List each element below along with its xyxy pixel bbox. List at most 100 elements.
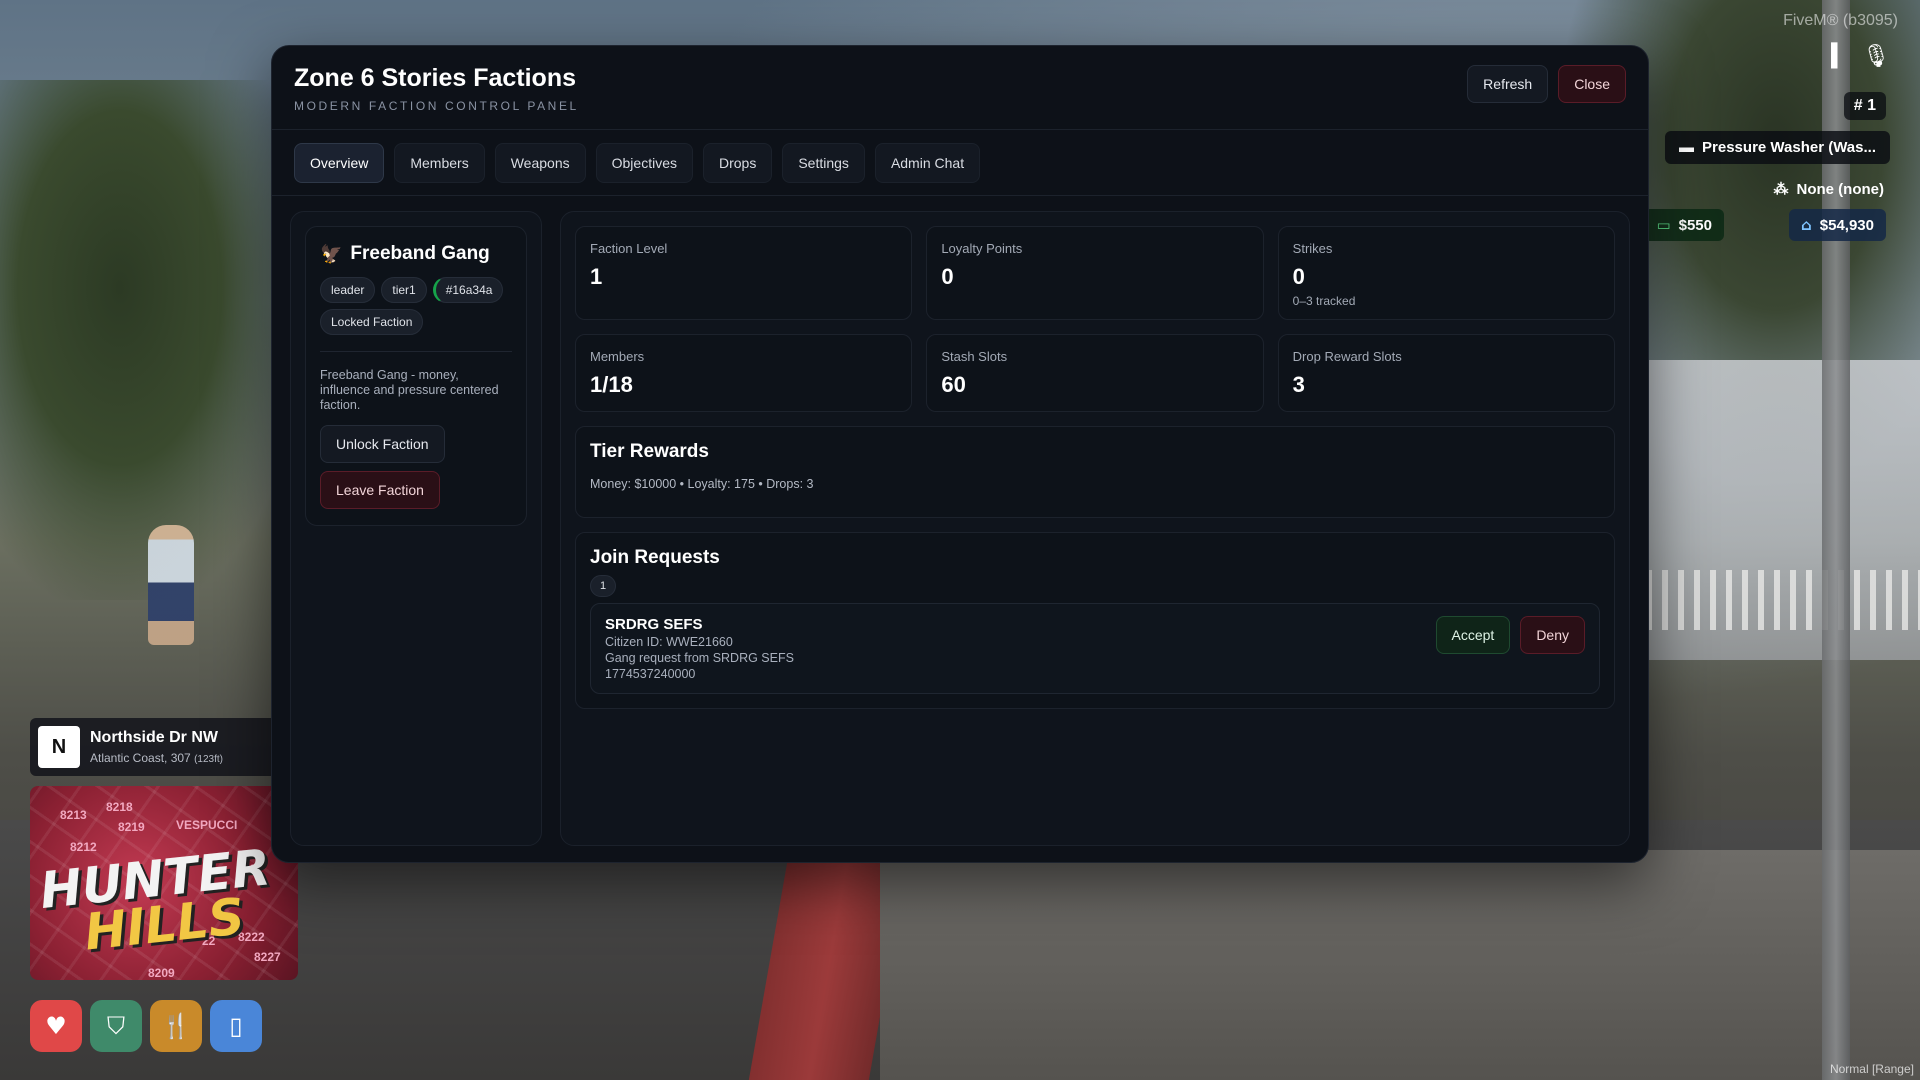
map-label: 8218 bbox=[106, 800, 133, 814]
join-requests-section: Join Requests 1 SRDRG SEFS Citizen ID: W… bbox=[575, 532, 1615, 709]
stat-value: 3 bbox=[1292, 372, 1305, 397]
stat-label: Loyalty Points bbox=[941, 241, 1023, 256]
eagle-icon: 🦅 bbox=[320, 243, 343, 265]
request-count-badge: 1 bbox=[590, 575, 617, 597]
cash-icon: ▭ bbox=[1656, 216, 1671, 234]
tab-members[interactable]: Members bbox=[394, 142, 485, 183]
street-distance: (123ft) bbox=[194, 754, 223, 765]
map-label: 8212 bbox=[70, 840, 97, 854]
street-area: Atlantic Coast, 307 (123ft) bbox=[90, 751, 223, 765]
requester-name: SRDRG SEFS bbox=[605, 616, 703, 633]
color-tag: #16a34a bbox=[432, 277, 504, 303]
stat-stash-slots: Stash Slots 60 bbox=[926, 334, 1264, 412]
join-request-item: SRDRG SEFS Citizen ID: WWE21660 Gang req… bbox=[590, 603, 1600, 694]
street-location-display: N Northside Dr NW Atlantic Coast, 307 (1… bbox=[30, 718, 300, 776]
accept-request-button[interactable]: Accept bbox=[1435, 616, 1511, 654]
gang-label: None (none) bbox=[1796, 180, 1885, 198]
fivem-version-label: FiveM® (b3095) bbox=[1783, 12, 1898, 29]
close-button[interactable]: Close bbox=[1558, 65, 1626, 103]
stat-label: Stash Slots bbox=[941, 349, 1008, 364]
section-title: Tier Rewards bbox=[590, 441, 709, 462]
deny-request-button[interactable]: Deny bbox=[1520, 616, 1585, 654]
leave-faction-button[interactable]: Leave Faction bbox=[320, 471, 440, 509]
request-message: Gang request from SRDRG SEFS bbox=[605, 651, 794, 665]
overview-content: Faction Level 1 Loyalty Points 0 Strikes… bbox=[560, 211, 1630, 846]
request-actions: Accept Deny bbox=[1435, 616, 1585, 654]
water-bottle-icon: ▯ bbox=[210, 1000, 262, 1052]
tab-overview[interactable]: Overview bbox=[294, 142, 385, 183]
pedestrian-character bbox=[148, 525, 194, 645]
tab-objectives[interactable]: Objectives bbox=[595, 142, 693, 183]
panel-subtitle: MODERN FACTION CONTROL PANEL bbox=[294, 99, 579, 113]
map-title-line2: HILLS bbox=[81, 887, 248, 962]
stat-drop-reward-slots: Drop Reward Slots 3 bbox=[1277, 334, 1615, 412]
role-tag: leader bbox=[320, 277, 376, 303]
faction-actions: Unlock Faction Leave Faction bbox=[320, 425, 512, 509]
stat-label: Drop Reward Slots bbox=[1292, 349, 1402, 364]
group-icon: ⁂ bbox=[1773, 181, 1789, 198]
faction-name: Freeband Gang bbox=[350, 243, 490, 264]
bank-display: ⌂ $54,930 bbox=[1789, 209, 1886, 241]
map-label: 8209 bbox=[148, 966, 175, 980]
stat-loyalty-points: Loyalty Points 0 bbox=[926, 226, 1264, 320]
stat-value: 0 bbox=[1292, 264, 1305, 289]
stat-members: Members 1/18 bbox=[575, 334, 913, 412]
food-icon: 🍴 bbox=[150, 1000, 202, 1052]
stat-note: 0–3 tracked bbox=[1292, 294, 1356, 308]
faction-description: Freeband Gang - money, influence and pre… bbox=[320, 368, 499, 412]
faction-header: 🦅 Freeband Gang bbox=[320, 243, 512, 265]
job-label: Pressure Washer (Was... bbox=[1702, 139, 1876, 156]
stats-grid: Faction Level 1 Loyalty Points 0 Strikes… bbox=[575, 226, 1615, 412]
panel-body: 🦅 Freeband Gang leader tier1 #16a34a Loc… bbox=[290, 211, 1630, 846]
job-display: ▬ Pressure Washer (Was... bbox=[1665, 131, 1890, 164]
stat-value: 60 bbox=[941, 372, 966, 397]
player-status-bar: ♥ ⛉ 🍴 ▯ bbox=[30, 1000, 262, 1052]
bank-icon: ⌂ bbox=[1801, 216, 1812, 234]
header-actions: Refresh Close bbox=[1467, 65, 1626, 103]
sidewalk bbox=[880, 850, 1920, 1080]
stat-value: 1/18 bbox=[590, 372, 633, 397]
street-name: Northside Dr NW bbox=[90, 729, 218, 746]
map-label: 8213 bbox=[60, 808, 87, 822]
tier-tag: tier1 bbox=[381, 277, 427, 303]
panel-tabs: Overview Members Weapons Objectives Drop… bbox=[272, 130, 1648, 196]
stat-faction-level: Faction Level 1 bbox=[575, 226, 913, 320]
panel-title: Zone 6 Stories Factions bbox=[294, 64, 577, 92]
map-label: 8227 bbox=[254, 950, 281, 964]
voice-mode-label: Normal [Range] bbox=[1829, 1062, 1914, 1076]
compass-direction: N bbox=[38, 726, 80, 768]
stat-value: 0 bbox=[941, 264, 954, 289]
stat-label: Strikes bbox=[1292, 241, 1333, 256]
faction-control-panel: Zone 6 Stories Factions MODERN FACTION C… bbox=[271, 45, 1649, 863]
stat-label: Members bbox=[590, 349, 645, 364]
stat-label: Faction Level bbox=[590, 241, 668, 256]
refresh-button[interactable]: Refresh bbox=[1467, 65, 1549, 103]
tab-weapons[interactable]: Weapons bbox=[494, 142, 586, 183]
cash-amount: $550 bbox=[1678, 216, 1712, 234]
requester-citizen-id: Citizen ID: WWE21660 bbox=[605, 635, 733, 649]
gang-display: ⁂ None (none) bbox=[1760, 172, 1891, 206]
tab-settings[interactable]: Settings bbox=[782, 142, 865, 183]
area-name: Atlantic Coast, 307 bbox=[90, 751, 191, 765]
bank-amount: $54,930 bbox=[1819, 216, 1874, 234]
unlock-faction-button[interactable]: Unlock Faction bbox=[320, 425, 445, 463]
map-district-title: HUNTER HILLS bbox=[37, 838, 277, 962]
mic-muted-icon: 🎙 bbox=[1862, 44, 1890, 69]
player-id-badge: # 1 bbox=[1843, 92, 1886, 120]
faction-card: 🦅 Freeband Gang leader tier1 #16a34a Loc… bbox=[305, 226, 527, 526]
stat-value: 1 bbox=[590, 264, 603, 289]
shield-icon: ⛉ bbox=[90, 1000, 142, 1052]
divider bbox=[320, 351, 512, 352]
stat-strikes: Strikes 0 0–3 tracked bbox=[1277, 226, 1615, 320]
tab-drops[interactable]: Drops bbox=[702, 142, 773, 183]
section-title: Join Requests bbox=[590, 547, 720, 568]
heart-icon: ♥ bbox=[30, 1000, 82, 1052]
tier-rewards-text: Money: $10000 • Loyalty: 175 • Drops: 3 bbox=[590, 477, 814, 491]
faction-tags: leader tier1 #16a34a Locked Faction bbox=[320, 277, 512, 335]
request-timestamp: 1774537240000 bbox=[605, 667, 696, 681]
minimap: 8213 8218 8219 8212 VESPUCCI 230 8222 82… bbox=[30, 786, 298, 980]
map-label: 8219 bbox=[118, 820, 145, 834]
tab-admin-chat[interactable]: Admin Chat bbox=[874, 142, 981, 183]
locked-tag: Locked Faction bbox=[320, 309, 424, 335]
tree-left bbox=[0, 80, 300, 600]
